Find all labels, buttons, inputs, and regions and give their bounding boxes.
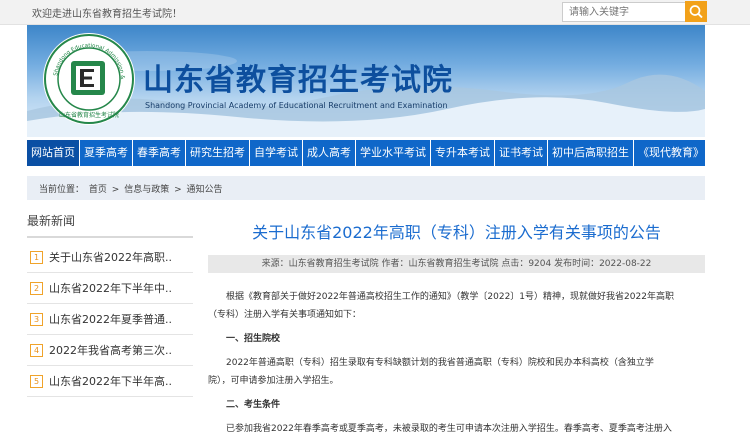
nav-item-summer-exam[interactable]: 夏季高考	[80, 140, 133, 166]
site-subtitle: Shandong Provincial Academy of Education…	[145, 101, 448, 110]
news-link[interactable]: 山东省2022年下半年高..	[49, 373, 172, 389]
item-number: 4	[30, 343, 43, 357]
section-heading: 一、招生院校	[226, 334, 281, 344]
paragraph: 根据《教育部关于做好2022年普通高校招生工作的通知》（教学〔2022〕1号）精…	[208, 288, 701, 324]
item-number: 5	[30, 374, 43, 388]
paragraph-line: 2022年普通高职（专科）招生录取有专科缺额计划的我省普通高职（专科）院校和民办…	[226, 358, 654, 368]
article-title: 关于山东省2022年高职（专科）注册入学有关事项的公告	[252, 223, 661, 242]
breadcrumb-policy[interactable]: 信息与政策	[124, 185, 169, 195]
nav-item-modern-education[interactable]: 《现代教育》	[634, 140, 708, 166]
search-box[interactable]	[562, 2, 686, 22]
article-meta: 来源：山东省教育招生考试院 作者：山东省教育招生考试院 点击：9204 发布时间…	[208, 255, 705, 273]
nav-item-spring-exam[interactable]: 春季高考	[133, 140, 186, 166]
item-number: 3	[30, 312, 43, 326]
section-heading: 二、考生条件	[226, 400, 281, 410]
news-link[interactable]: 2022年我省高考第三次..	[49, 342, 172, 358]
nav-item-adult-exam[interactable]: 成人高考	[303, 140, 356, 166]
breadcrumb-notices[interactable]: 通知公告	[187, 185, 223, 195]
breadcrumb-prefix: 当前位置：	[39, 185, 85, 195]
nav-item-proficiency-exam[interactable]: 学业水平考试	[356, 140, 431, 166]
paragraph-line: 根据《教育部关于做好2022年普通高校招生工作的通知》（教学〔2022〕1号）精…	[226, 292, 674, 302]
news-link[interactable]: 关于山东省2022年高职..	[49, 249, 172, 265]
paragraph-line: （专科）注册入学有关事项通知如下：	[208, 310, 362, 320]
news-list: 1 关于山东省2022年高职.. 2 山东省2022年下半年中.. 3 山东省2…	[27, 242, 193, 397]
academy-logo[interactable]: Shandong Educational Admission & Examina…	[40, 29, 135, 125]
nav-item-upgrade-exam[interactable]: 专升本考试	[431, 140, 495, 166]
paragraph: 已参加我省2022年春季高考或夏季高考，未被录取的考生可申请本次注册入学招生。春…	[208, 420, 701, 438]
paragraph-line: 院），可申请参加注册入学招生。	[208, 376, 339, 386]
top-bar: 欢迎走进山东省教育招生考试院！	[0, 0, 750, 25]
nav-item-self-study-exam[interactable]: 自学考试	[250, 140, 303, 166]
sidebar-title: 最新新闻	[27, 212, 193, 238]
search-input[interactable]	[563, 3, 685, 21]
welcome-text: 欢迎走进山东省教育招生考试院！	[32, 9, 182, 20]
logo-bottom-text: 山东省教育招生考试院	[59, 111, 119, 119]
list-item[interactable]: 4 2022年我省高考第三次..	[27, 335, 193, 366]
news-link[interactable]: 山东省2022年下半年中..	[49, 280, 172, 296]
paragraph: 2022年普通高职（专科）招生录取有专科缺额计划的我省普通高职（专科）院校和民办…	[208, 354, 701, 390]
list-item[interactable]: 1 关于山东省2022年高职..	[27, 242, 193, 273]
nav-item-vocational-enrollment[interactable]: 初中后高职招生	[548, 140, 634, 166]
breadcrumb-home[interactable]: 首页	[89, 185, 107, 195]
nav-item-certificate-exam[interactable]: 证书考试	[495, 140, 548, 166]
nav-item-home[interactable]: 网站首页	[27, 140, 80, 166]
item-number: 1	[30, 250, 43, 264]
list-item[interactable]: 3 山东省2022年夏季普通..	[27, 304, 193, 335]
breadcrumb-separator: >	[174, 185, 182, 195]
list-item[interactable]: 2 山东省2022年下半年中..	[27, 273, 193, 304]
article-content: 根据《教育部关于做好2022年普通高校招生工作的通知》（教学〔2022〕1号）精…	[208, 288, 701, 444]
nav-item-graduate-exam[interactable]: 研究生招考	[186, 140, 250, 166]
item-number: 2	[30, 281, 43, 295]
breadcrumb-separator: >	[111, 185, 120, 195]
news-link[interactable]: 山东省2022年夏季普通..	[49, 311, 172, 327]
breadcrumb: 当前位置： 首页 > 信息与政策 > 通知公告	[27, 176, 705, 200]
search-icon	[689, 5, 703, 19]
list-item[interactable]: 5 山东省2022年下半年高..	[27, 366, 193, 397]
paragraph-line: 已参加我省2022年春季高考或夏季高考，未被录取的考生可申请本次注册入学招生。春…	[226, 424, 672, 434]
site-title: 山东省教育招生考试院	[143, 63, 453, 98]
main-nav: 网站首页 夏季高考 春季高考 研究生招考 自学考试 成人高考 学业水平考试 专升…	[27, 140, 705, 166]
header-banner: Shandong Educational Admission & Examina…	[27, 25, 705, 137]
search-button[interactable]	[685, 1, 707, 22]
